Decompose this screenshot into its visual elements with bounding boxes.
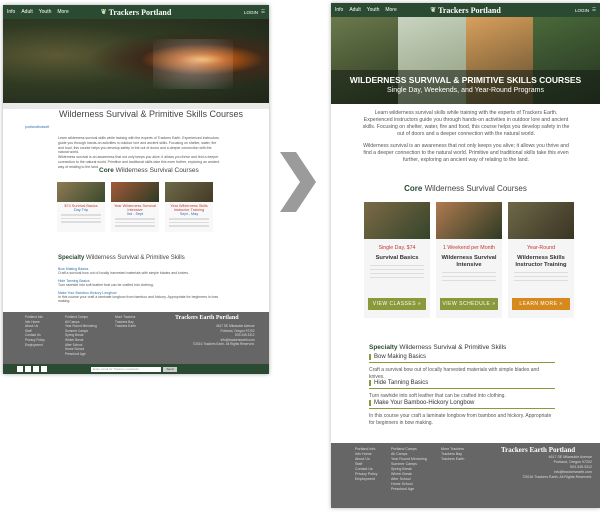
view-classes-button[interactable]: VIEW CLASSES »: [368, 298, 426, 310]
course-kicker: Year-Round: [526, 245, 556, 251]
core-course-cards: Single Day, $74 Survival Basics VIEW CLA…: [364, 202, 574, 318]
leaf-logo-icon: ❦: [430, 6, 437, 14]
specialty-item[interactable]: Bow Making Basics Craft a survival bow o…: [369, 354, 555, 380]
footer-address: 4617 SE Milwaukie Avenue Portland, Orego…: [193, 324, 255, 347]
hero-image-fire: [3, 19, 269, 109]
footer-link[interactable]: Trackers Earth: [115, 324, 136, 329]
top-nav-bar: Info Adult Youth More ❦ Trackers Portlan…: [331, 3, 600, 17]
login-link[interactable]: LOGIN: [244, 10, 258, 15]
footer-link[interactable]: Privacy Policy: [25, 338, 45, 343]
menu-icon[interactable]: ☰: [261, 9, 265, 15]
new-page-screenshot: Info Adult Youth More ❦ Trackers Portlan…: [331, 3, 600, 508]
specialty-item[interactable]: Make Your Bamboo-Hickory Longbow In this…: [58, 291, 228, 303]
intro-paragraph-1: Learn wilderness survival skills while t…: [362, 110, 570, 137]
brand-name: Trackers Portland: [108, 7, 172, 17]
course-photo: [364, 202, 430, 239]
nav-item-more[interactable]: More: [57, 9, 68, 15]
menu-icon[interactable]: ☰: [592, 7, 596, 13]
youtube-icon[interactable]: [41, 366, 47, 372]
login-link[interactable]: LOGIN: [575, 8, 589, 13]
course-card[interactable]: Year Wilderness Skills Instructor Traini…: [165, 182, 213, 232]
footer-heading: Portland Info: [25, 315, 44, 319]
twitter-icon[interactable]: [25, 366, 31, 372]
brand-logo[interactable]: ❦ Trackers Portland: [430, 6, 501, 15]
course-name: Wilderness Skills Instructor Training: [515, 255, 567, 268]
footer-address: 4617 SE Milwaukie Avenue Portland, Orego…: [522, 455, 592, 479]
footer-link[interactable]: Trackers Earth: [441, 457, 464, 462]
course-card: Single Day, $74 Survival Basics VIEW CLA…: [364, 202, 430, 318]
chevron-right-icon: [280, 152, 316, 212]
footer-link[interactable]: Employment: [355, 477, 377, 482]
view-schedule-button[interactable]: VIEW SCHEDULE »: [440, 298, 498, 310]
footer-link[interactable]: Preschool Age: [391, 487, 427, 492]
hero-subtitle: Single Day, Weekends, and Year-Round Pro…: [387, 87, 544, 94]
course-photo: [508, 202, 574, 239]
nav-item-more[interactable]: More: [385, 7, 396, 13]
course-card: Year-Round Wilderness Skills Instructor …: [508, 202, 574, 318]
leaf-logo-icon: ❦: [100, 8, 107, 16]
specialty-heading: Specialty Wilderness Survival & Primitiv…: [369, 344, 507, 351]
learn-more-button[interactable]: LEARN MORE »: [512, 298, 570, 310]
intro-paragraph-1: Learn wilderness survival skills while t…: [58, 136, 219, 155]
core-course-cards: $74 Survival Basics Day Trip Year Wilder…: [57, 182, 217, 232]
breadcrumb[interactable]: portlandfootsoft: [25, 125, 49, 129]
site-footer: Portland Info Info Home About Us Staff C…: [331, 443, 600, 508]
brand-name: Trackers Portland: [438, 5, 501, 15]
brand-logo[interactable]: ❦ Trackers Portland: [101, 8, 172, 17]
course-kicker: 1 Weekend per Month: [442, 245, 496, 251]
course-card[interactable]: Year Wilderness Survival Intensive 3rd -…: [111, 182, 159, 232]
intro-paragraph-2: Wilderness survival is an awareness that…: [363, 143, 569, 163]
specialty-heading: Specialty Wilderness Survival & Primitiv…: [58, 255, 185, 261]
top-nav-bar: Info Adult Youth More ❦ Trackers Portlan…: [3, 5, 269, 19]
specialty-item[interactable]: Make Your Bamboo-Hickory Longbow In this…: [369, 400, 555, 426]
instagram-icon[interactable]: [33, 366, 39, 372]
nav-item-youth[interactable]: Youth: [39, 9, 52, 15]
facebook-icon[interactable]: [17, 366, 23, 372]
nav-item-info[interactable]: Info: [7, 9, 15, 15]
newsletter-input[interactable]: Enter email for Trackers newsletter: [91, 366, 161, 372]
core-heading: Core Wilderness Survival Courses: [99, 167, 199, 174]
nav-item-adult[interactable]: Adult: [349, 7, 360, 13]
bottom-bar: Enter email for Trackers newsletter Send: [3, 364, 269, 374]
core-heading: Core Wilderness Survival Courses: [404, 184, 527, 193]
nav-item-adult[interactable]: Adult: [21, 9, 32, 15]
footer-link[interactable]: Employment: [25, 343, 45, 348]
nav-item-youth[interactable]: Youth: [367, 7, 380, 13]
nav-item-info[interactable]: Info: [335, 7, 343, 13]
course-photo: [436, 202, 502, 239]
footer-link[interactable]: Preschool Age: [65, 352, 97, 357]
specialty-item[interactable]: Hide Tanning Basics Turn rawhide into so…: [58, 279, 154, 287]
course-name: Survival Basics: [375, 255, 419, 261]
specialty-item[interactable]: Bow Making Basics Craft a survival bow o…: [58, 267, 189, 275]
site-footer: Portland Info Info Home About Us Staff C…: [3, 312, 269, 364]
course-name: Wilderness Survival Intensive: [441, 255, 497, 268]
course-card: 1 Weekend per Month Wilderness Survival …: [436, 202, 502, 318]
old-page-screenshot: Info Adult Youth More ❦ Trackers Portlan…: [3, 5, 269, 374]
course-card[interactable]: $74 Survival Basics Day Trip: [57, 182, 105, 232]
page-title: Wilderness Survival & Primitive Skills C…: [59, 109, 244, 119]
specialty-item[interactable]: Hide Tanning Basics Turn rawhide into so…: [369, 380, 555, 400]
newsletter-submit-button[interactable]: Send: [163, 366, 177, 372]
footer-brand: Trackers Earth Portland: [501, 446, 576, 454]
course-kicker: Single Day, $74: [378, 245, 416, 251]
hero-title: WILDERNESS SURVIVAL & PRIMITIVE SKILLS C…: [349, 75, 582, 85]
footer-brand: Trackers Earth Portland: [175, 315, 239, 321]
hero-collage: WILDERNESS SURVIVAL & PRIMITIVE SKILLS C…: [331, 17, 600, 104]
footer-heading: More Trackers: [115, 315, 136, 319]
